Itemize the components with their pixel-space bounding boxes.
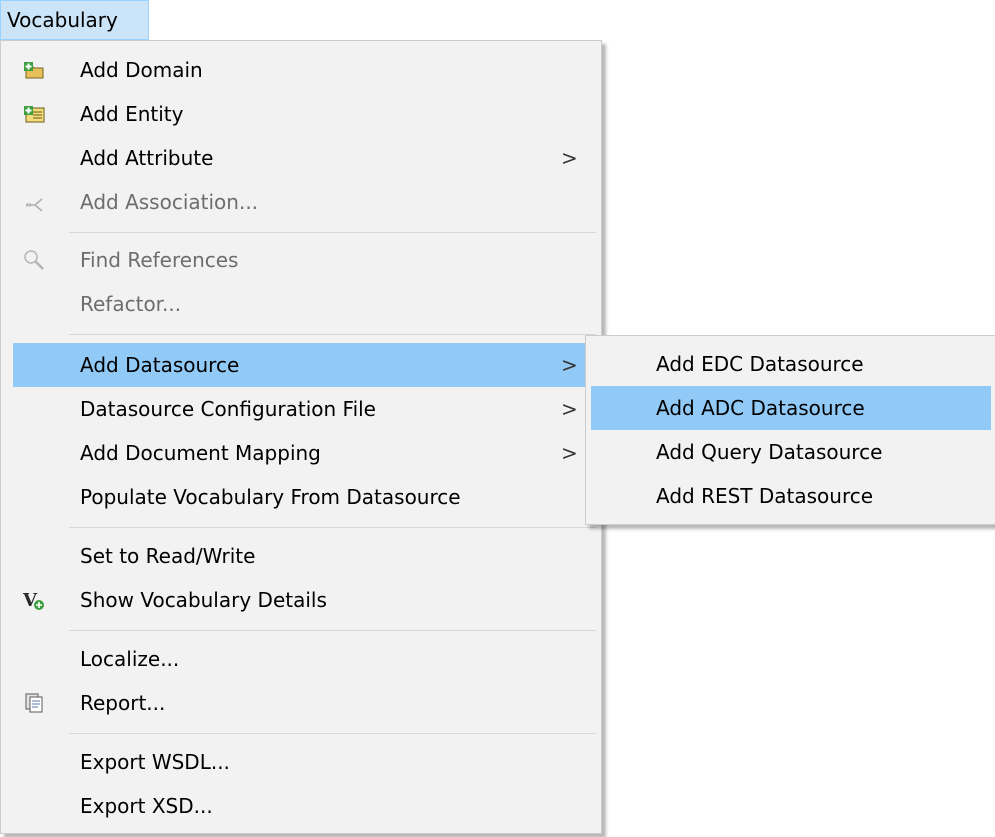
menu-item-export-wsdl[interactable]: Export WSDL... (1, 740, 599, 784)
menu-item-label: Report... (80, 691, 166, 715)
menu-item-label: Localize... (80, 647, 180, 671)
menu-item-label: Add Association... (80, 190, 259, 214)
submenu-item-add-adc-datasource[interactable]: Add ADC Datasource (591, 386, 991, 430)
menubar-vocabulary[interactable]: Vocabulary (0, 0, 149, 40)
association-icon (26, 198, 43, 212)
menu-item-label: Datasource Configuration File (80, 397, 376, 421)
search-icon (24, 250, 44, 270)
add-domain-icon (24, 62, 44, 79)
menu-item-find-references[interactable]: Find References (1, 238, 599, 282)
menu-item-add-datasource[interactable]: Add Datasource > (13, 343, 599, 387)
menu-item-label: Populate Vocabulary From Datasource (80, 485, 461, 509)
submenu-item-label: Add Query Datasource (656, 440, 883, 464)
submenu-item-label: Add REST Datasource (656, 484, 874, 508)
report-icon (25, 693, 43, 713)
menu-item-label: Export WSDL... (80, 750, 230, 774)
menu-item-label: Add Entity (80, 102, 184, 126)
vocabulary-menu: Add Domain Add Entity Add Attribute > Ad… (0, 40, 602, 834)
submenu-item-add-edc-datasource[interactable]: Add EDC Datasource (591, 342, 991, 386)
menu-item-add-document-mapping[interactable]: Add Document Mapping > (1, 431, 599, 475)
submenu-item-label: Add ADC Datasource (656, 396, 865, 420)
menu-item-label: Refactor... (80, 292, 182, 316)
menu-separator (69, 630, 596, 631)
menu-item-refactor[interactable]: Refactor... (1, 282, 599, 326)
menu-item-label: Export XSD... (80, 794, 213, 818)
menu-item-add-domain[interactable]: Add Domain (1, 48, 599, 92)
menu-item-label: Set to Read/Write (80, 544, 256, 568)
add-datasource-submenu: Add EDC Datasource Add ADC Datasource Ad… (585, 335, 995, 525)
chevron-right-icon: > (561, 353, 578, 377)
menu-item-show-vocabulary-details[interactable]: V Show Vocabulary Details (1, 578, 599, 622)
menu-item-label: Add Datasource (80, 353, 240, 377)
menu-item-localize[interactable]: Localize... (1, 637, 599, 681)
chevron-right-icon: > (561, 146, 578, 170)
menu-separator (69, 232, 596, 233)
menu-item-add-association[interactable]: Add Association... (1, 180, 599, 224)
menu-item-label: Show Vocabulary Details (80, 588, 327, 612)
add-entity-icon (24, 106, 45, 123)
submenu-item-label: Add EDC Datasource (656, 352, 864, 376)
menu-item-report[interactable]: Report... (1, 681, 599, 725)
menu-item-label: Add Attribute (80, 146, 214, 170)
menu-item-label: Add Document Mapping (80, 441, 321, 465)
menu-item-set-read-write[interactable]: Set to Read/Write (1, 534, 599, 578)
menu-item-datasource-configuration-file[interactable]: Datasource Configuration File > (1, 387, 599, 431)
menu-separator (69, 527, 596, 528)
menu-item-add-entity[interactable]: Add Entity (1, 92, 599, 136)
menu-item-export-xsd[interactable]: Export XSD... (1, 784, 599, 828)
submenu-item-add-rest-datasource[interactable]: Add REST Datasource (591, 474, 991, 518)
submenu-item-add-query-datasource[interactable]: Add Query Datasource (591, 430, 991, 474)
menu-separator (69, 733, 596, 734)
vocabulary-details-icon: V (23, 590, 44, 611)
menu-item-label: Add Domain (80, 58, 203, 82)
menu-item-label: Find References (80, 248, 239, 272)
menu-item-add-attribute[interactable]: Add Attribute > (1, 136, 599, 180)
menu-separator (69, 334, 596, 335)
menu-item-populate-vocabulary[interactable]: Populate Vocabulary From Datasource (1, 475, 599, 519)
chevron-right-icon: > (561, 441, 578, 465)
chevron-right-icon: > (561, 397, 578, 421)
